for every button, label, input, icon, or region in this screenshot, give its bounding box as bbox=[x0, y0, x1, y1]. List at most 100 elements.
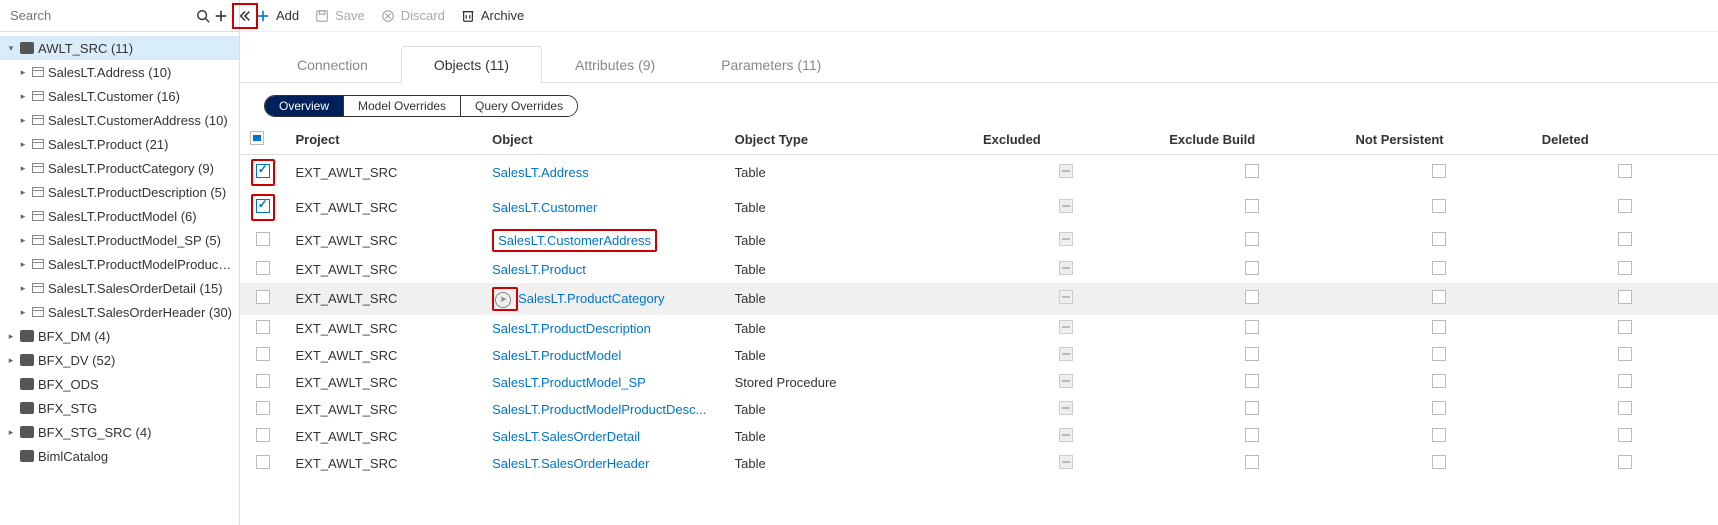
table-row[interactable]: EXT_AWLT_SRCSalesLT.SalesOrderHeaderTabl… bbox=[240, 450, 1718, 477]
search-input[interactable] bbox=[4, 4, 192, 27]
deleted-checkbox[interactable] bbox=[1618, 455, 1632, 469]
tree-node-child[interactable]: ▸SalesLT.ProductModel (6) bbox=[0, 204, 239, 228]
tree-node-db[interactable]: BimlCatalog bbox=[0, 444, 239, 468]
tree-node-child[interactable]: ▸SalesLT.Customer (16) bbox=[0, 84, 239, 108]
table-row[interactable]: EXT_AWLT_SRCSalesLT.ProductModelProductD… bbox=[240, 396, 1718, 423]
deleted-checkbox[interactable] bbox=[1618, 320, 1632, 334]
row-checkbox[interactable] bbox=[256, 199, 270, 213]
subtab-model[interactable]: Model Overrides bbox=[343, 96, 460, 116]
tree-node-child[interactable]: ▸SalesLT.CustomerAddress (10) bbox=[0, 108, 239, 132]
row-checkbox[interactable] bbox=[256, 261, 270, 275]
excludebuild-checkbox[interactable] bbox=[1245, 320, 1259, 334]
notpersistent-checkbox[interactable] bbox=[1432, 320, 1446, 334]
deleted-checkbox[interactable] bbox=[1618, 428, 1632, 442]
tree-node-child[interactable]: ▸SalesLT.Product (21) bbox=[0, 132, 239, 156]
table-row[interactable]: EXT_AWLT_SRCSalesLT.ProductDescriptionTa… bbox=[240, 315, 1718, 342]
deleted-checkbox[interactable] bbox=[1618, 232, 1632, 246]
row-checkbox[interactable] bbox=[256, 401, 270, 415]
excluded-checkbox[interactable] bbox=[1059, 232, 1073, 246]
tree-node-db[interactable]: BFX_STG bbox=[0, 396, 239, 420]
table-row[interactable]: EXT_AWLT_SRCSalesLT.CustomerTable bbox=[240, 190, 1718, 225]
object-link[interactable]: SalesLT.ProductModel_SP bbox=[492, 375, 646, 390]
notpersistent-checkbox[interactable] bbox=[1432, 347, 1446, 361]
header-excluded[interactable]: Excluded bbox=[973, 125, 1159, 155]
excluded-checkbox[interactable] bbox=[1059, 290, 1073, 304]
object-link[interactable]: SalesLT.ProductModelProductDesc... bbox=[492, 402, 706, 417]
deleted-checkbox[interactable] bbox=[1618, 199, 1632, 213]
row-checkbox[interactable] bbox=[256, 428, 270, 442]
tree-node-db[interactable]: BFX_ODS bbox=[0, 372, 239, 396]
excluded-checkbox[interactable] bbox=[1059, 347, 1073, 361]
excluded-checkbox[interactable] bbox=[1059, 320, 1073, 334]
table-row[interactable]: EXT_AWLT_SRCSalesLT.AddressTable bbox=[240, 155, 1718, 191]
tree-node-child[interactable]: ▸SalesLT.Address (10) bbox=[0, 60, 239, 84]
object-link[interactable]: SalesLT.Customer bbox=[492, 200, 597, 215]
row-checkbox[interactable] bbox=[256, 290, 270, 304]
row-checkbox[interactable] bbox=[256, 164, 270, 178]
notpersistent-checkbox[interactable] bbox=[1432, 199, 1446, 213]
add-item-icon[interactable] bbox=[214, 6, 228, 26]
excluded-checkbox[interactable] bbox=[1059, 374, 1073, 388]
tree-node-root[interactable]: ▾ AWLT_SRC (11) bbox=[0, 36, 239, 60]
row-checkbox[interactable] bbox=[256, 374, 270, 388]
tab-attributes[interactable]: Attributes (9) bbox=[542, 46, 688, 83]
row-checkbox[interactable] bbox=[256, 347, 270, 361]
excludebuild-checkbox[interactable] bbox=[1245, 374, 1259, 388]
notpersistent-checkbox[interactable] bbox=[1432, 164, 1446, 178]
table-row[interactable]: EXT_AWLT_SRCSalesLT.ProductModelTable bbox=[240, 342, 1718, 369]
row-checkbox[interactable] bbox=[256, 320, 270, 334]
header-object[interactable]: Object bbox=[482, 125, 725, 155]
search-icon[interactable] bbox=[196, 6, 210, 26]
notpersistent-checkbox[interactable] bbox=[1432, 261, 1446, 275]
excludebuild-checkbox[interactable] bbox=[1245, 455, 1259, 469]
table-row[interactable]: EXT_AWLT_SRCSalesLT.CustomerAddressTable bbox=[240, 225, 1718, 256]
excluded-checkbox[interactable] bbox=[1059, 401, 1073, 415]
header-deleted[interactable]: Deleted bbox=[1532, 125, 1718, 155]
deleted-checkbox[interactable] bbox=[1618, 347, 1632, 361]
tree-node-db[interactable]: ▸BFX_STG_SRC (4) bbox=[0, 420, 239, 444]
header-project[interactable]: Project bbox=[286, 125, 483, 155]
save-button[interactable]: Save bbox=[315, 8, 365, 23]
excluded-checkbox[interactable] bbox=[1059, 199, 1073, 213]
header-objecttype[interactable]: Object Type bbox=[725, 125, 973, 155]
excluded-checkbox[interactable] bbox=[1059, 455, 1073, 469]
object-link[interactable]: SalesLT.ProductModel bbox=[492, 348, 621, 363]
row-checkbox[interactable] bbox=[256, 455, 270, 469]
navigate-icon[interactable]: ➤ bbox=[495, 292, 511, 308]
excludebuild-checkbox[interactable] bbox=[1245, 428, 1259, 442]
notpersistent-checkbox[interactable] bbox=[1432, 401, 1446, 415]
tree-node-db[interactable]: ▸BFX_DM (4) bbox=[0, 324, 239, 348]
notpersistent-checkbox[interactable] bbox=[1432, 290, 1446, 304]
excludebuild-checkbox[interactable] bbox=[1245, 199, 1259, 213]
excludebuild-checkbox[interactable] bbox=[1245, 401, 1259, 415]
excluded-checkbox[interactable] bbox=[1059, 261, 1073, 275]
object-link[interactable]: SalesLT.SalesOrderDetail bbox=[492, 429, 640, 444]
excludebuild-checkbox[interactable] bbox=[1245, 164, 1259, 178]
object-link[interactable]: SalesLT.Address bbox=[492, 165, 589, 180]
object-link[interactable]: SalesLT.SalesOrderHeader bbox=[492, 456, 649, 471]
tree-node-child[interactable]: ▸SalesLT.SalesOrderHeader (30) bbox=[0, 300, 239, 324]
header-excludebuild[interactable]: Exclude Build bbox=[1159, 125, 1345, 155]
tab-objects[interactable]: Objects (11) bbox=[401, 46, 542, 83]
deleted-checkbox[interactable] bbox=[1618, 374, 1632, 388]
table-row[interactable]: EXT_AWLT_SRC➤SalesLT.ProductCategoryTabl… bbox=[240, 283, 1718, 315]
tree-node-child[interactable]: ▸SalesLT.ProductModelProductDescripti... bbox=[0, 252, 239, 276]
row-checkbox[interactable] bbox=[256, 232, 270, 246]
tab-connection[interactable]: Connection bbox=[264, 46, 401, 83]
tree-node-child[interactable]: ▸SalesLT.SalesOrderDetail (15) bbox=[0, 276, 239, 300]
table-row[interactable]: EXT_AWLT_SRCSalesLT.ProductTable bbox=[240, 256, 1718, 283]
excludebuild-checkbox[interactable] bbox=[1245, 232, 1259, 246]
excludebuild-checkbox[interactable] bbox=[1245, 290, 1259, 304]
add-button[interactable]: Add bbox=[256, 8, 299, 23]
select-all-checkbox[interactable] bbox=[250, 131, 264, 145]
header-notpersistent[interactable]: Not Persistent bbox=[1345, 125, 1531, 155]
tree-node-child[interactable]: ▸SalesLT.ProductDescription (5) bbox=[0, 180, 239, 204]
notpersistent-checkbox[interactable] bbox=[1432, 455, 1446, 469]
notpersistent-checkbox[interactable] bbox=[1432, 428, 1446, 442]
tree-node-db[interactable]: ▸BFX_DV (52) bbox=[0, 348, 239, 372]
excludebuild-checkbox[interactable] bbox=[1245, 261, 1259, 275]
deleted-checkbox[interactable] bbox=[1618, 261, 1632, 275]
archive-button[interactable]: Archive bbox=[461, 8, 524, 23]
excludebuild-checkbox[interactable] bbox=[1245, 347, 1259, 361]
object-link[interactable]: SalesLT.ProductDescription bbox=[492, 321, 651, 336]
